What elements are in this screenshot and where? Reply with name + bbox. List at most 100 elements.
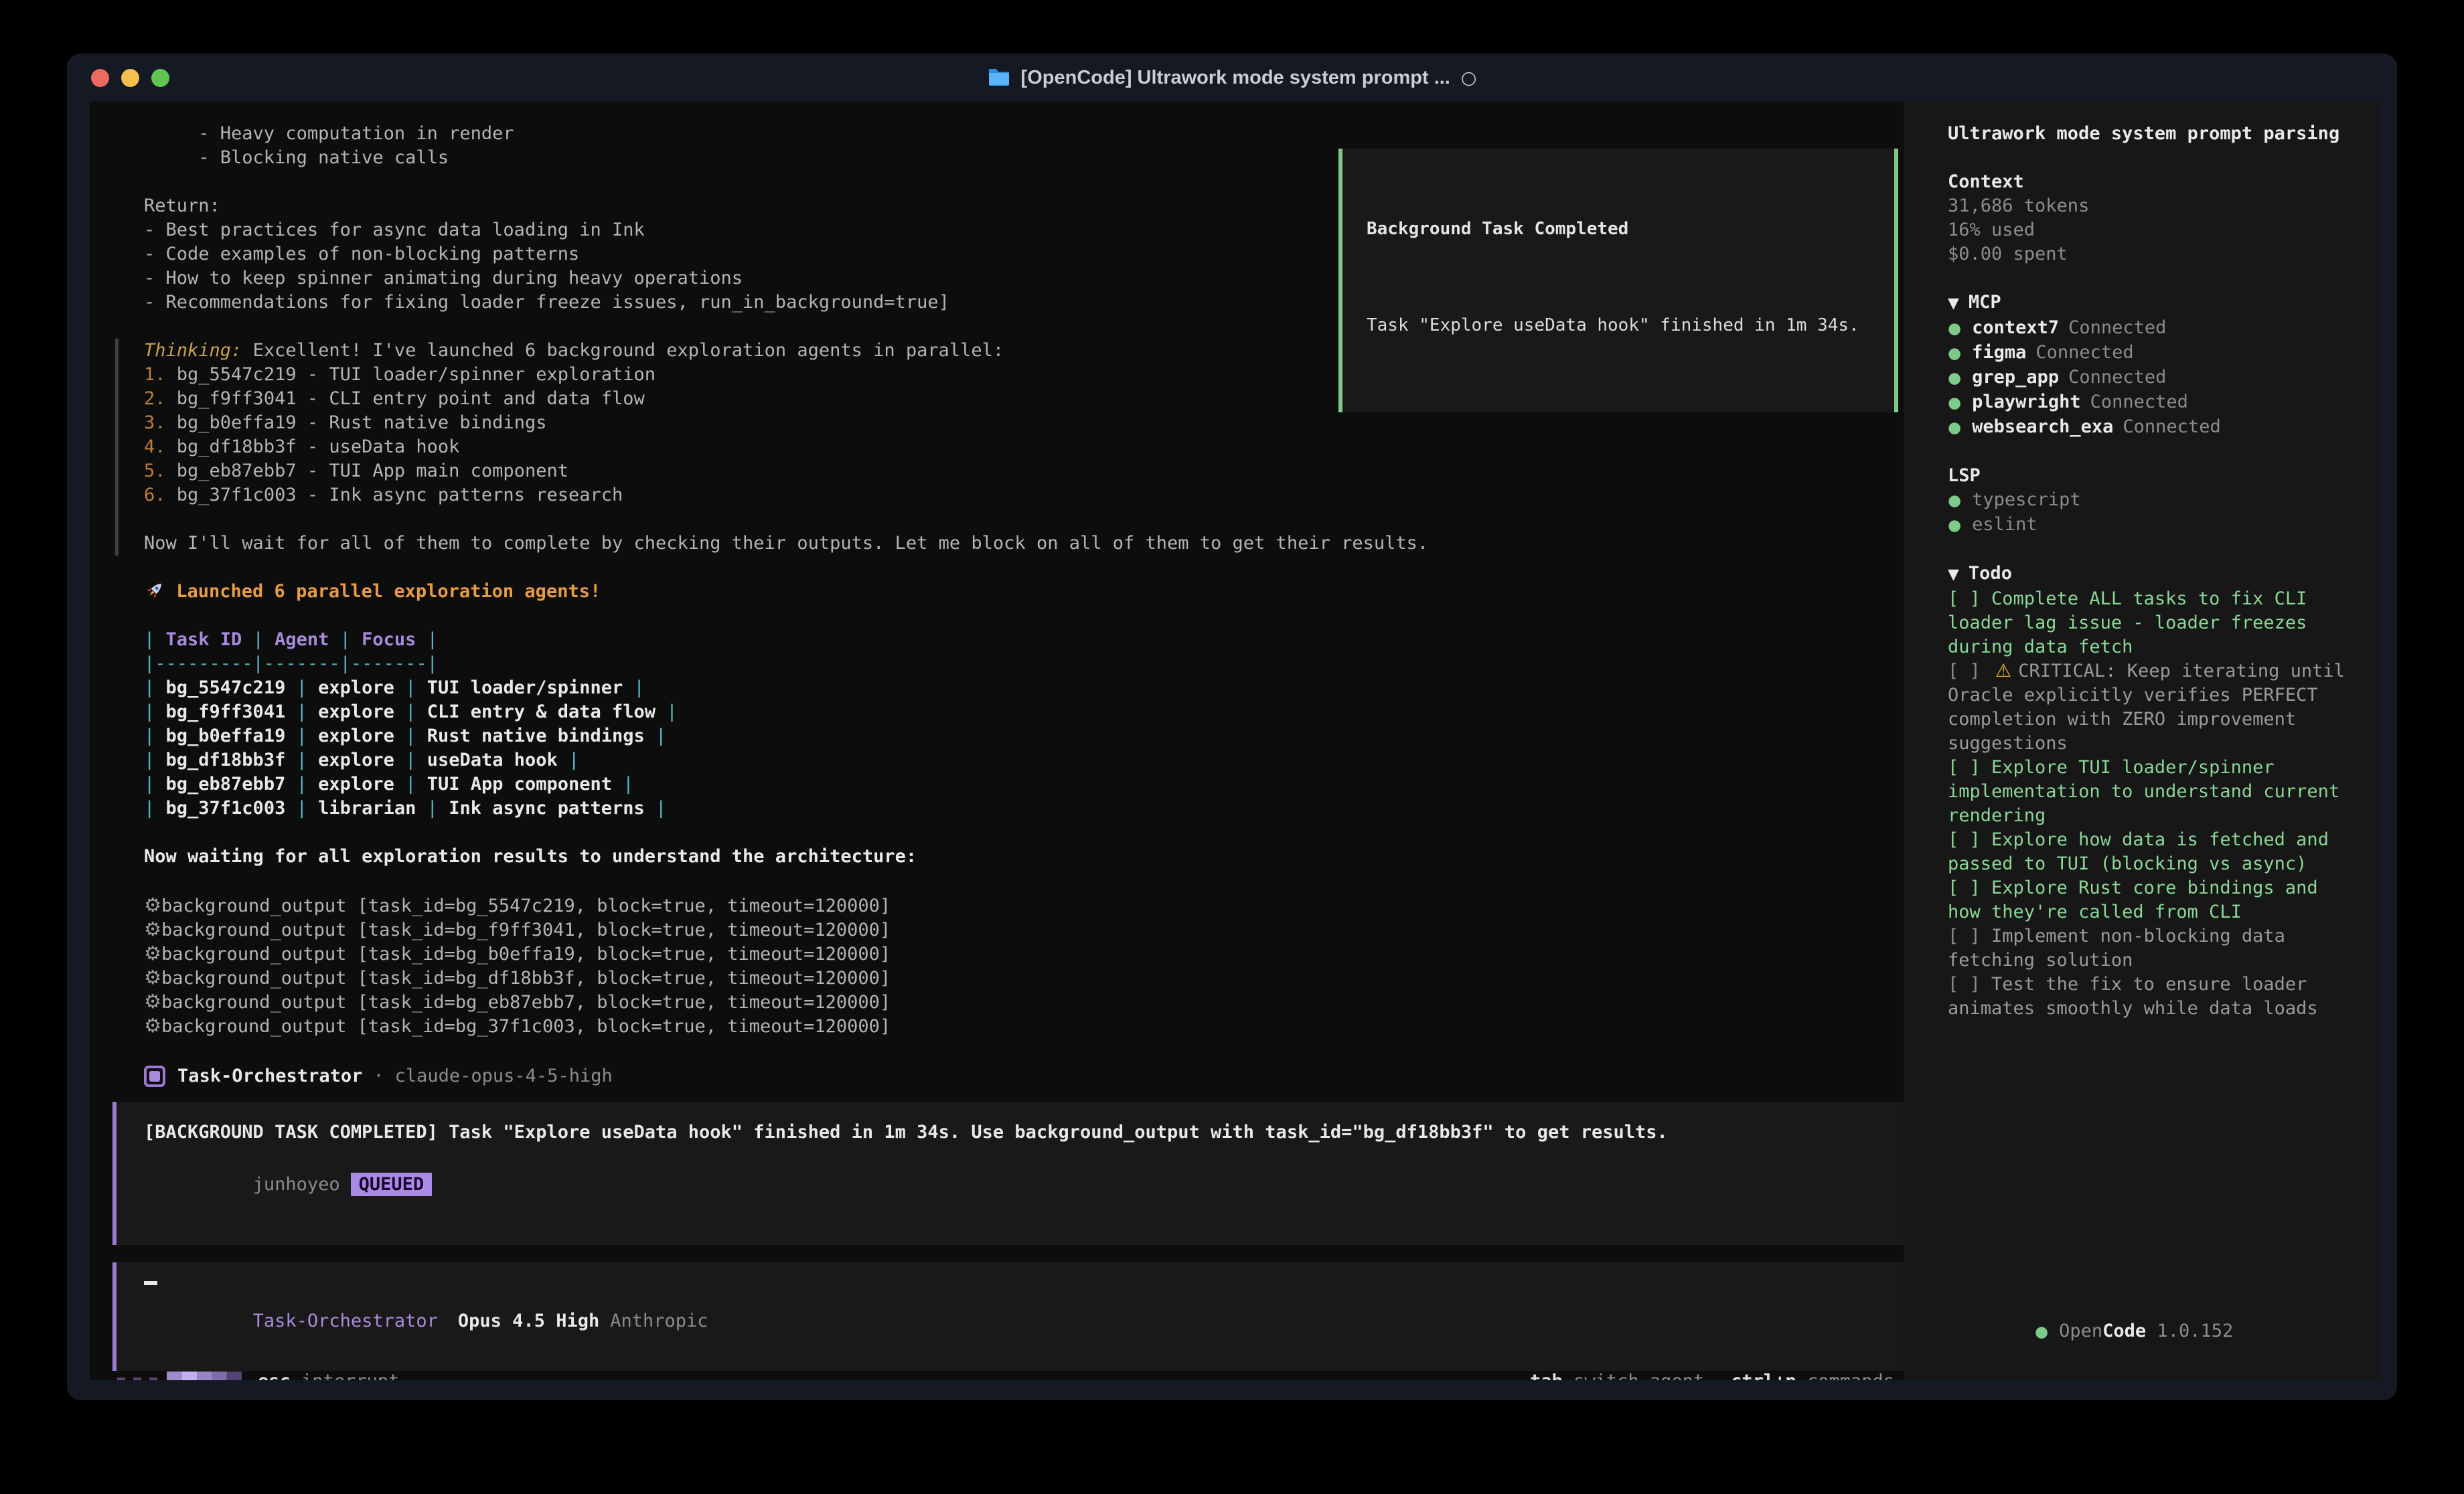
zoom-button[interactable] — [151, 69, 169, 87]
todo-item[interactable]: [ ] Complete ALL tasks to fix CLI loader… — [1948, 587, 2353, 659]
green-dot-icon: ● — [1948, 345, 1961, 362]
terminal-line — [144, 556, 1904, 580]
terminal-main-pane: - Heavy computation in render - Blocking… — [90, 102, 1904, 1380]
chevron-down-icon: ▼ — [1948, 566, 1959, 583]
minimize-button[interactable] — [121, 69, 139, 87]
todo-item[interactable]: [ ] Explore how data is fetched and pass… — [1948, 828, 2353, 876]
terminal-line: 3. bg_b0effa19 - Rust native bindings — [144, 411, 1904, 435]
green-dot-icon: ● — [1948, 492, 1961, 509]
ctrlp-action-label: commands — [1807, 1371, 1894, 1380]
spinner-gradient-icon — [167, 1372, 242, 1381]
gear-icon: ⚙ — [144, 942, 161, 965]
window-title: [OpenCode] Ultrawork mode system prompt … — [1021, 67, 1450, 89]
gear-icon: ⚙ — [144, 894, 161, 916]
context-heading: Context — [1948, 170, 2353, 194]
terminal-line — [144, 1038, 1904, 1062]
terminal-line: |---------|-------|-------| — [144, 652, 1904, 676]
todo-text: Explore how data is fetched and passed t… — [1948, 829, 2329, 874]
brand-name-dim: Open — [2059, 1321, 2102, 1341]
opencode-terminal-window: [OpenCode] Ultrawork mode system prompt … — [67, 54, 2397, 1400]
todo-text: Test the fix to ensure loader animates s… — [1948, 974, 2318, 1019]
modified-indicator-icon: ○ — [1461, 68, 1477, 88]
terminal-line: - Heavy computation in render — [144, 122, 1904, 146]
mcp-list: ●context7Connected●figmaConnected●grep_a… — [1948, 316, 2353, 440]
mcp-item: ●grep_appConnected — [1948, 365, 2353, 390]
window-titlebar[interactable]: [OpenCode] Ultrawork mode system prompt … — [67, 54, 2397, 102]
todo-section-header[interactable]: ▼ Todo — [1948, 562, 2353, 587]
todo-text: Implement non-blocking data fetching sol… — [1948, 926, 2285, 971]
context-used: 16% used — [1948, 218, 2353, 242]
context-spent: $0.00 spent — [1948, 242, 2353, 266]
green-dot-icon: ● — [1948, 517, 1961, 534]
app-version-number: 1.0.152 — [2157, 1321, 2233, 1341]
agent-name: Task-Orchestrator — [177, 1062, 362, 1091]
todo-checkbox: [ ] — [1948, 757, 1991, 778]
terminal-line: | bg_df18bb3f | explore | useData hook | — [144, 748, 1904, 772]
terminal-line: ⚙background_output [task_id=bg_f9ff3041,… — [144, 917, 1904, 941]
mcp-section-header[interactable]: ▼ MCP — [1948, 290, 2353, 316]
agents-table: | Task ID | Agent | Focus ||---------|--… — [144, 628, 1904, 845]
todo-item[interactable]: [ ] Explore Rust core bindings and how t… — [1948, 876, 2353, 924]
todo-item[interactable]: [ ] Test the fix to ensure loader animat… — [1948, 973, 2353, 1021]
agent-square-icon — [144, 1066, 165, 1087]
waiting-line-block: Now waiting for all exploration results … — [144, 845, 1904, 893]
terminal-line: | Task ID | Agent | Focus | — [144, 628, 1904, 652]
input-model-label: Opus 4.5 High — [458, 1311, 599, 1331]
todo-checkbox: [ ] — [1948, 588, 1991, 609]
chevron-down-icon: ▼ — [1948, 295, 1959, 312]
terminal-line: ⚙background_output [task_id=bg_5547c219,… — [144, 893, 1904, 917]
terminal-line: | bg_eb87ebb7 | explore | TUI App compon… — [144, 772, 1904, 797]
close-button[interactable] — [91, 69, 109, 87]
todo-checkbox: [ ] — [1948, 974, 1991, 995]
todo-text: Explore TUI loader/spinner implementatio… — [1948, 757, 2339, 826]
brand-name-bold: Code — [2102, 1321, 2146, 1341]
esc-key-hint: esc — [258, 1371, 291, 1380]
message-author: junhoyeo — [253, 1174, 340, 1195]
terminal-line: ⚙background_output [task_id=bg_df18bb3f,… — [144, 965, 1904, 989]
terminal-line — [144, 821, 1904, 845]
announcement-block: Launched 6 parallel exploration agents! — [144, 556, 1904, 628]
todo-item[interactable]: [ ] ⚠CRITICAL: Keep iterating until Orac… — [1948, 659, 2353, 756]
terminal-line — [144, 507, 1904, 531]
terminal-line — [144, 604, 1904, 628]
green-dot-icon: ● — [1948, 369, 1961, 387]
terminal-line: 6. bg_37f1c003 - Ink async patterns rese… — [144, 483, 1904, 507]
input-provider-label: Anthropic — [610, 1311, 708, 1331]
terminal-line: Now waiting for all exploration results … — [144, 845, 1904, 869]
background-task-toast[interactable]: Background Task Completed Task "Explore … — [1338, 149, 1898, 412]
folder-icon — [988, 67, 1010, 88]
todo-text: Explore Rust core bindings and how they'… — [1948, 878, 2318, 922]
terminal-line: ⚙background_output [task_id=bg_b0effa19,… — [144, 941, 1904, 965]
esc-key-label — [291, 1371, 301, 1380]
lsp-heading: LSP — [1948, 464, 2353, 488]
status-dot-icon: ● — [2035, 1323, 2048, 1341]
mcp-heading: MCP — [1969, 292, 2001, 313]
gear-icon: ⚙ — [144, 1014, 161, 1037]
todo-text: Complete ALL tasks to fix CLI loader lag… — [1948, 588, 2307, 657]
terminal-line: ⚙background_output [task_id=bg_eb87ebb7,… — [144, 989, 1904, 1013]
green-dot-icon: ● — [1948, 320, 1961, 337]
status-bar: esc interrupt tab switch agent ctrl+p co… — [90, 1371, 1904, 1380]
terminal-line: | bg_b0effa19 | explore | Rust native bi… — [144, 724, 1904, 748]
mcp-item: ●figmaConnected — [1948, 341, 2353, 365]
todo-heading: Todo — [1969, 563, 2012, 584]
spinner-icon — [117, 1378, 157, 1381]
app-version-footer: ● OpenCode 1.0.152 — [1948, 1295, 2353, 1368]
green-dot-icon: ● — [1948, 419, 1961, 436]
lsp-item: ●typescript — [1948, 488, 2353, 513]
warning-icon: ⚠ — [1995, 661, 2011, 681]
green-dot-icon: ● — [1948, 394, 1961, 412]
traffic-lights — [91, 54, 169, 102]
session-sidebar: Ultrawork mode system prompt parsing Con… — [1904, 102, 2380, 1380]
tool-calls-block: ⚙background_output [task_id=bg_5547c219,… — [144, 893, 1904, 1062]
lsp-list: ●typescript●eslint — [1948, 488, 2353, 537]
terminal-line — [144, 869, 1904, 893]
prompt-input[interactable]: Task-OrchestratorOpus 4.5 HighAnthropic — [112, 1262, 1904, 1371]
todo-item[interactable]: [ ] Explore TUI loader/spinner implement… — [1948, 756, 2353, 828]
todo-item[interactable]: [ ] Implement non-blocking data fetching… — [1948, 924, 2353, 973]
background-task-message: [BACKGROUND TASK COMPLETED] Task "Explor… — [112, 1102, 1904, 1245]
todo-checkbox: [ ] — [1948, 926, 1991, 946]
todo-list: [ ] Complete ALL tasks to fix CLI loader… — [1948, 587, 2353, 1021]
lsp-item: ●eslint — [1948, 513, 2353, 537]
toast-body: Task "Explore useData hook" finished in … — [1367, 313, 1875, 337]
